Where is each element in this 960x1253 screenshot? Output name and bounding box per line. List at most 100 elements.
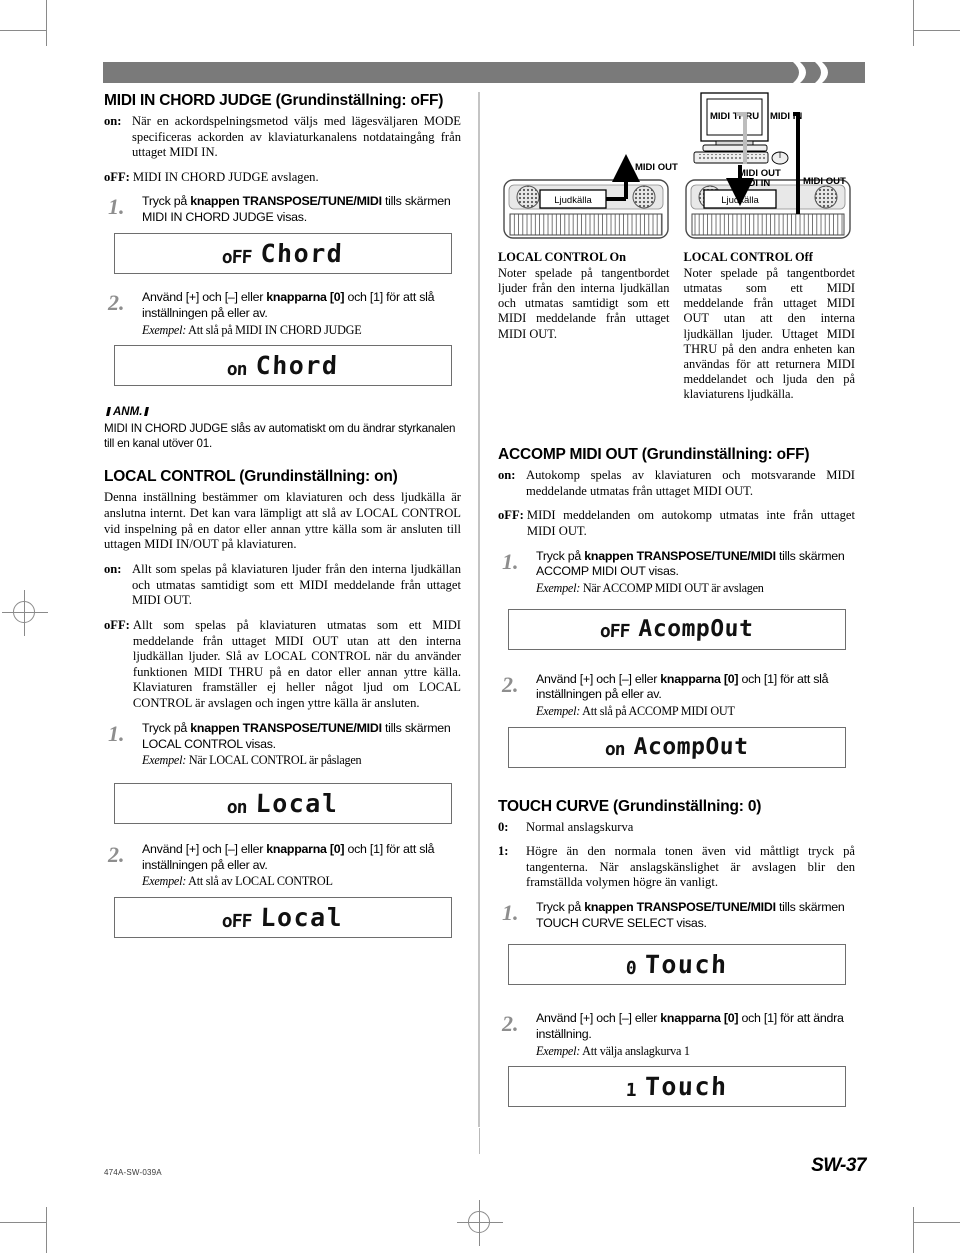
example-text: När ACCOMP MIDI OUT är avslagen <box>580 581 764 596</box>
step-example: Exempel: Att slå av LOCAL CONTROL <box>142 874 461 889</box>
definition-description: MIDI meddelanden om autokomp utmatas int… <box>526 508 855 538</box>
step-text-pre: Tryck på <box>142 194 191 209</box>
lcd-value: oFF <box>221 910 253 932</box>
page-footer: 474A-SW-039A SW-37 <box>104 1155 866 1177</box>
note-block: ANM. MIDI IN CHORD JUDGE slås av automat… <box>104 406 461 452</box>
step-text: Tryck på knappen TRANSPOSE/TUNE/MIDI til… <box>142 194 461 226</box>
step-text-pre: Använd [+] och [–] eller <box>536 1010 661 1025</box>
step-example: Exempel: Att slå på MIDI IN CHORD JUDGE <box>142 323 461 338</box>
definition-term: oFF: <box>104 618 130 633</box>
definition-row: 0: Normal anslagskurva <box>498 820 855 836</box>
step-text-pre: Använd [+] och [–] eller <box>536 671 661 686</box>
lcd-word: Touch <box>644 949 729 979</box>
lcd-display-local-off: oFF Local <box>114 896 452 938</box>
definition-term: on: <box>104 562 122 577</box>
step-number: 1. <box>502 548 519 574</box>
step-number: 2. <box>108 841 125 867</box>
lcd-word: AcompOut <box>638 616 755 643</box>
svg-text:Ljudkälla: Ljudkälla <box>721 195 759 206</box>
example-label: Exempel: <box>536 1043 581 1058</box>
step-example: Exempel: När ACCOMP MIDI OUT är avslagen <box>536 581 855 596</box>
right-column: Ljudkälla MIDI OUT Ljudkälla MIDI THRU M… <box>498 92 855 1111</box>
lcd-value: 0 <box>625 957 637 979</box>
caption-title: LOCAL CONTROL On <box>498 250 627 264</box>
step-text: Tryck på knappen TRANSPOSE/TUNE/MIDI til… <box>536 549 855 597</box>
step-number: 1. <box>502 900 519 925</box>
step-text-bold: knapparna [0] <box>660 1010 739 1025</box>
header-decoration-bar <box>103 62 865 83</box>
manual-page: MIDI IN CHORD JUDGE (Grundinställning: o… <box>0 0 960 1253</box>
example-text: Att slå på MIDI IN CHORD JUDGE <box>186 322 362 337</box>
note-bar-icon <box>144 407 150 417</box>
document-code: 474A-SW-039A <box>104 1168 162 1177</box>
svg-text:MIDI OUT: MIDI OUT <box>803 176 846 187</box>
example-label: Exempel: <box>536 581 581 596</box>
step-example: Exempel: Att slå på ACCOMP MIDI OUT <box>536 704 855 719</box>
definition-row: oFF: MIDI IN CHORD JUDGE avslagen. <box>104 170 461 186</box>
lcd-value: 1 <box>625 1079 637 1101</box>
definition-term: on: <box>104 114 122 128</box>
step-number: 2. <box>502 1010 519 1036</box>
lcd-display-acompout-on: on AcompOut <box>508 726 846 768</box>
midi-connection-diagram: Ljudkälla MIDI OUT Ljudkälla MIDI THRU M… <box>498 92 855 244</box>
diagram-svg: Ljudkälla MIDI OUT Ljudkälla MIDI THRU M… <box>503 92 851 239</box>
definition-description: Autokomp spelas av klaviaturen och motsv… <box>526 468 855 498</box>
definition-description: Allt som spelas på klaviaturen ljuder fr… <box>132 562 461 608</box>
step-example: Exempel: När LOCAL CONTROL är påslagen <box>142 753 461 768</box>
page-number: SW-37 <box>811 1155 866 1176</box>
definition-term: oFF: <box>498 508 524 523</box>
step-number: 2. <box>502 671 519 697</box>
definition-list-midi-in-chord-judge: on: När en ackordspelningsmetod väljs me… <box>104 114 461 185</box>
definition-description: Allt som spelas på klaviaturen utmatas s… <box>132 618 461 711</box>
definition-term: on: <box>498 468 516 483</box>
definition-description: När en ackordspelningsmetod väljs med lä… <box>132 114 461 160</box>
definition-row: on: Allt som spelas på klaviaturen ljude… <box>104 562 461 609</box>
definition-list-touch-curve: 0: Normal anslagskurva 1: Högre än den n… <box>498 820 855 891</box>
lcd-display-local-on: on Local <box>114 782 452 824</box>
lcd-word: Chord <box>255 351 340 381</box>
lcd-word: Local <box>255 788 340 818</box>
step-text-bold: knappen TRANSPOSE/TUNE/MIDI <box>190 194 382 209</box>
lcd-word: Chord <box>260 239 345 269</box>
definition-term: 0: <box>498 819 509 834</box>
step-item: 2. Använd [+] och [–] eller knapparna [0… <box>104 290 461 338</box>
definition-term: oFF: <box>104 169 130 184</box>
section-heading-touch-curve: TOUCH CURVE (Grundinställning: 0) <box>498 797 762 815</box>
definition-description: Högre än den normala tonen även vid mått… <box>526 844 855 890</box>
lcd-value: on <box>226 359 248 381</box>
step-text-bold: knappen TRANSPOSE/TUNE/MIDI <box>584 548 776 563</box>
section-heading-accomp-midi-out: ACCOMP MIDI OUT (Grundinställning: oFF) <box>498 446 810 464</box>
lcd-display-chord-off: oFF Chord <box>114 233 452 275</box>
section-heading-midi-in-chord-judge: MIDI IN CHORD JUDGE (Grundinställning: o… <box>104 92 444 109</box>
step-example: Exempel: Att välja anslagkurva 1 <box>536 1044 855 1059</box>
example-label: Exempel: <box>142 753 187 768</box>
example-text: Att slå på ACCOMP MIDI OUT <box>580 704 735 719</box>
svg-text:MIDI THRU: MIDI THRU <box>710 111 759 122</box>
diagram-captions: LOCAL CONTROL On Noter spelade på tangen… <box>498 250 855 402</box>
step-text-pre: Använd [+] och [–] eller <box>142 290 267 305</box>
lcd-display-acompout-off: oFF AcompOut <box>508 608 846 650</box>
step-text-pre: Tryck på <box>142 720 191 735</box>
svg-text:Ljudkälla: Ljudkälla <box>554 195 592 206</box>
step-number: 2. <box>108 290 125 316</box>
definition-description: MIDI IN CHORD JUDGE avslagen. <box>132 169 319 184</box>
computer-illustration <box>693 92 789 165</box>
caption-local-control-on: LOCAL CONTROL On Noter spelade på tangen… <box>498 250 670 402</box>
example-label: Exempel: <box>142 322 187 337</box>
step-text-bold: knappen TRANSPOSE/TUNE/MIDI <box>190 720 382 735</box>
step-item: 2. Använd [+] och [–] eller knapparna [0… <box>498 672 855 720</box>
step-text: Tryck på knappen TRANSPOSE/TUNE/MIDI til… <box>142 721 461 769</box>
example-label: Exempel: <box>536 704 581 719</box>
step-text-bold: knappen TRANSPOSE/TUNE/MIDI <box>584 900 776 914</box>
step-text: Tryck på knappen TRANSPOSE/TUNE/MIDI til… <box>536 900 855 932</box>
local-control-intro: Denna inställning bestämmer om klaviatur… <box>104 489 461 552</box>
caption-text: Noter spelade på tangentbordet ljuder fr… <box>498 266 670 341</box>
step-number: 1. <box>108 720 125 746</box>
definition-row: oFF: Allt som spelas på klaviaturen utma… <box>104 618 461 712</box>
step-text-pre: Tryck på <box>536 548 585 563</box>
example-text: Att välja anslagkurva 1 <box>580 1043 690 1058</box>
definition-row: 1: Högre än den normala tonen även vid m… <box>498 844 855 891</box>
step-text-pre: Använd [+] och [–] eller <box>142 841 267 856</box>
lcd-display-touch-0: 0 Touch <box>508 943 846 985</box>
definition-list-local-control: on: Allt som spelas på klaviaturen ljude… <box>104 562 461 711</box>
